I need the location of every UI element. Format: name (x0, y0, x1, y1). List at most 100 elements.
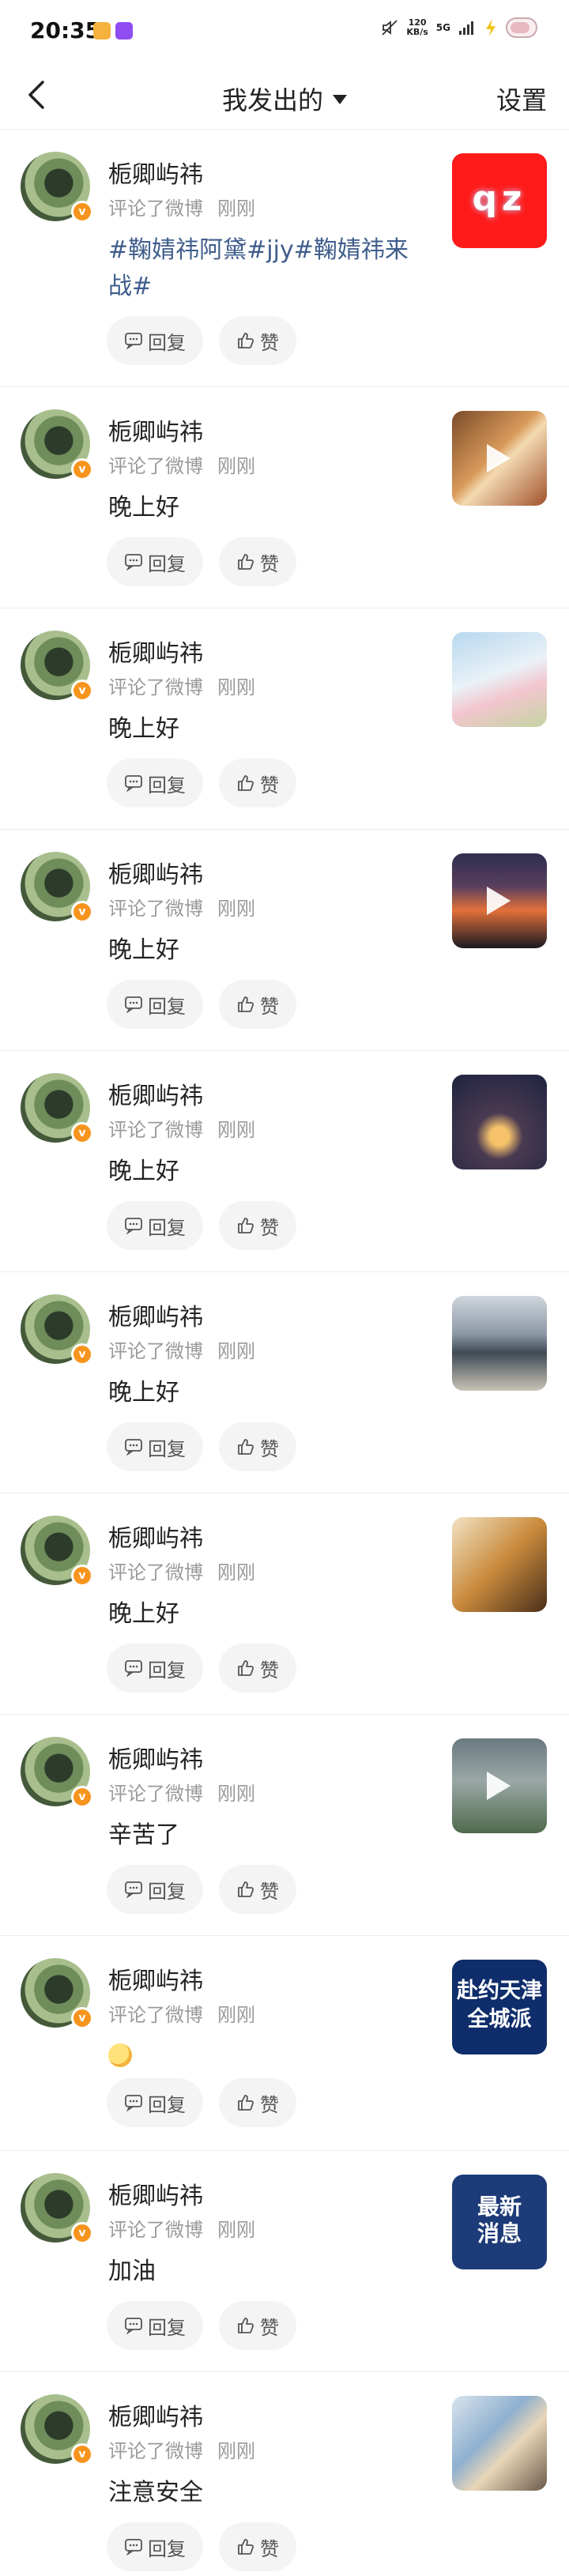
action-text: 评论了微博 (108, 2440, 203, 2462)
username[interactable]: 栀卿屿祎 (108, 1961, 203, 1996)
avatar[interactable]: v (21, 1958, 93, 2029)
action-text: 评论了微博 (108, 1783, 203, 1805)
list-item[interactable]: v 栀卿屿祎评论了微博 刚刚 #鞠婧祎阿黛#jjy#鞠婧祎来战# 回复 赞 qz (0, 130, 569, 387)
weibo-thumbnail[interactable] (452, 632, 547, 727)
like-button[interactable]: 赞 (219, 980, 296, 1029)
list-item[interactable]: v 栀卿屿祎 评论了微博 刚刚 晚上好 回复 赞 (0, 1272, 569, 1493)
avatar[interactable]: v (21, 1737, 93, 1808)
network-speed: 120 KB/s (406, 17, 428, 37)
comment-meta: 评论了微博 刚刚 (108, 672, 255, 699)
timestamp: 刚刚 (217, 455, 255, 477)
avatar[interactable]: v (21, 2173, 93, 2244)
comment-meta: 评论了微博 刚刚 (108, 2214, 255, 2242)
reply-button[interactable]: 回复 (107, 759, 203, 808)
reply-button[interactable]: 回复 (107, 1644, 203, 1693)
list-item[interactable]: v 栀卿屿祎评论了微博 刚刚 辛苦了回复 赞 (0, 1715, 569, 1936)
timestamp: 刚刚 (217, 676, 255, 699)
weibo-thumbnail[interactable] (452, 411, 547, 506)
avatar[interactable]: v (21, 1516, 93, 1587)
username[interactable]: 栀卿屿祎 (108, 855, 203, 890)
timestamp: 刚刚 (217, 1561, 255, 1584)
weibo-thumbnail[interactable]: qz (452, 153, 547, 248)
like-button[interactable]: 赞 (219, 2522, 296, 2571)
username[interactable]: 栀卿屿祎 (108, 634, 203, 668)
weibo-thumbnail[interactable]: 最新 消息 (452, 2175, 547, 2269)
like-button[interactable]: 赞 (219, 1644, 296, 1693)
username[interactable]: 栀卿屿祎 (108, 155, 203, 190)
comment-actions: 回复 赞 (107, 980, 296, 1029)
username[interactable]: 栀卿屿祎 (108, 2176, 203, 2211)
list-item[interactable]: v 栀卿屿祎评论了微博 刚刚回复 赞 赴约天津 全城派 (0, 1936, 569, 2151)
avatar[interactable]: v (21, 152, 93, 223)
settings-button[interactable]: 设置 (496, 81, 547, 117)
thumbnail-text: 赴约天津 全城派 (457, 1979, 542, 2032)
caret-down-icon (333, 95, 347, 104)
username[interactable]: 栀卿屿祎 (108, 1519, 203, 1554)
reply-button[interactable]: 回复 (107, 2522, 203, 2571)
weibo-thumbnail[interactable] (452, 1075, 547, 1169)
page-title-dropdown[interactable]: 我发出的 (0, 81, 569, 117)
like-label: 赞 (260, 995, 279, 1018)
avatar[interactable]: v (21, 1073, 93, 1144)
list-item[interactable]: v 栀卿屿祎 评论了微博 刚刚 加油 回复 赞 最新 消息 (0, 2151, 569, 2372)
comment-meta: 评论了微博 刚刚 (108, 1999, 255, 2027)
reply-label: 回复 (148, 331, 186, 354)
like-button[interactable]: 赞 (219, 537, 296, 586)
like-button[interactable]: 赞 (219, 2301, 296, 2350)
play-icon (487, 444, 511, 473)
username[interactable]: 栀卿屿祎 (108, 1740, 203, 1775)
like-button[interactable]: 赞 (219, 316, 296, 365)
reply-button[interactable]: 回复 (107, 1422, 203, 1471)
weibo-thumbnail[interactable] (452, 1738, 547, 1833)
username[interactable]: 栀卿屿祎 (108, 1297, 203, 1332)
reply-button[interactable]: 回复 (107, 316, 203, 365)
comment-actions: 回复 赞 (107, 537, 296, 586)
comment-icon (125, 1439, 142, 1456)
like-button[interactable]: 赞 (219, 1422, 296, 1471)
reply-button[interactable]: 回复 (107, 980, 203, 1029)
reply-button[interactable]: 回复 (107, 2301, 203, 2350)
comment-meta: 评论了微博 刚刚 (108, 193, 255, 220)
avatar[interactable]: v (21, 1294, 93, 1365)
status-indicators: 120 KB/s 5G (381, 17, 537, 38)
mute-icon (382, 20, 398, 36)
weibo-thumbnail[interactable] (452, 853, 547, 948)
comment-text: 辛苦了 (108, 1821, 179, 1849)
username[interactable]: 栀卿屿祎 (108, 412, 203, 447)
username[interactable]: 栀卿屿祎 (108, 1076, 203, 1111)
like-label: 赞 (260, 552, 279, 575)
reply-label: 回复 (148, 774, 186, 797)
like-label: 赞 (260, 2316, 279, 2339)
reply-button[interactable]: 回复 (107, 1865, 203, 1914)
weibo-thumbnail[interactable] (452, 1296, 547, 1391)
weibo-thumbnail[interactable] (452, 2396, 547, 2491)
username[interactable]: 栀卿屿祎 (108, 2397, 203, 2432)
list-item[interactable]: v 栀卿屿祎 评论了微博 刚刚 晚上好 回复 赞 (0, 608, 569, 830)
list-item[interactable]: v 栀卿屿祎 评论了微博 刚刚 注意安全 回复 赞 (0, 2372, 569, 2576)
avatar[interactable]: v (21, 2394, 93, 2465)
comment-text: 注意安全 (108, 2479, 203, 2506)
like-button[interactable]: 赞 (219, 2078, 296, 2127)
thumbs-up-icon (238, 1660, 254, 1676)
like-label: 赞 (260, 1216, 279, 1239)
like-button[interactable]: 赞 (219, 1201, 296, 1250)
like-label: 赞 (260, 2093, 279, 2116)
reply-button[interactable]: 回复 (107, 537, 203, 586)
reply-button[interactable]: 回复 (107, 2078, 203, 2127)
weibo-thumbnail[interactable] (452, 1517, 547, 1612)
weibo-thumbnail[interactable]: 赴约天津 全城派 (452, 1960, 547, 2054)
like-button[interactable]: 赞 (219, 759, 296, 808)
avatar[interactable]: v (21, 852, 93, 923)
reply-button[interactable]: 回复 (107, 1201, 203, 1250)
avatar[interactable]: v (21, 631, 93, 702)
avatar[interactable]: v (21, 409, 93, 480)
list-item[interactable]: v 栀卿屿祎 评论了微博 刚刚 晚上好 回复 赞 (0, 387, 569, 608)
comment-text[interactable]: #鞠婧祎阿黛#jjy#鞠婧祎来战# (108, 232, 424, 305)
like-button[interactable]: 赞 (219, 1865, 296, 1914)
timestamp: 刚刚 (217, 1119, 255, 1141)
list-item[interactable]: v 栀卿屿祎 评论了微博 刚刚 晚上好 回复 赞 (0, 1051, 569, 1272)
list-item[interactable]: v 栀卿屿祎 评论了微博 刚刚 晚上好 回复 赞 (0, 1493, 569, 1715)
comment-meta: 评论了微博 刚刚 (108, 1778, 255, 1806)
comment-meta: 评论了微博 刚刚 (108, 1114, 255, 1142)
list-item[interactable]: v 栀卿屿祎 评论了微博 刚刚 晚上好 回复 赞 (0, 830, 569, 1051)
